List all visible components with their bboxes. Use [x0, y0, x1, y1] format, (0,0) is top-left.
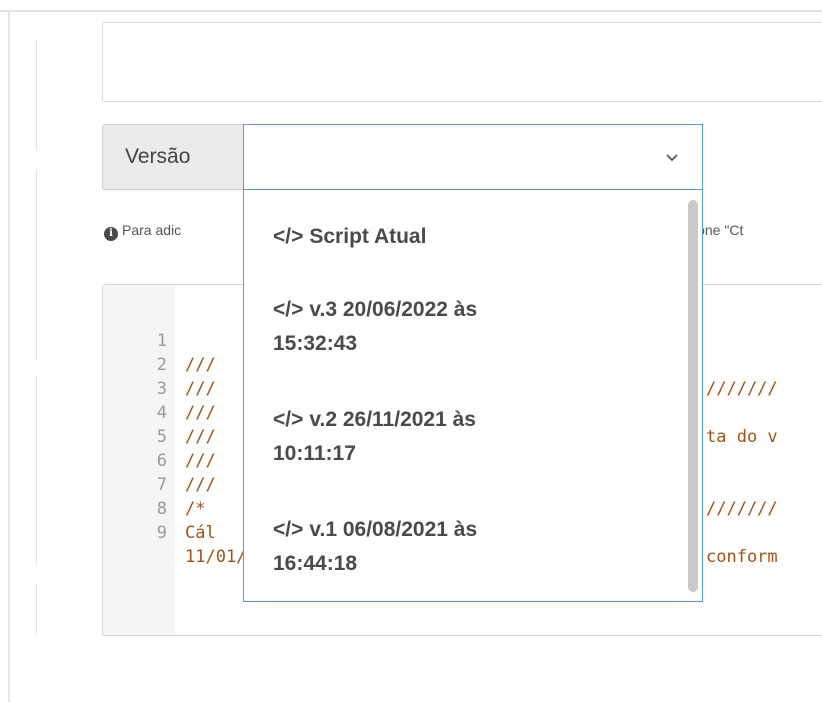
scrollbar-thumb[interactable] [688, 200, 698, 592]
code-text: /// [185, 475, 216, 495]
code-text: /// [185, 379, 216, 399]
code-icon: </> [273, 298, 304, 321]
code-text: /// [185, 355, 216, 375]
line-number: 9 [156, 523, 167, 543]
side-divider [36, 40, 37, 150]
code-text-tail: /////// [706, 499, 778, 519]
option-label: v.2 26/11/2021 às [309, 408, 476, 431]
code-text: Cál [185, 523, 216, 543]
code-text: /// [185, 403, 216, 423]
page-border-top [0, 10, 822, 12]
code-line: 7 /* [103, 449, 206, 519]
option-time: 16:44:18 [273, 552, 358, 575]
dropdown-option-v3[interactable]: </> v.3 20/06/2022 às 15:32:43 [273, 293, 673, 361]
side-divider [36, 170, 37, 360]
chevron-down-icon [666, 154, 678, 162]
code-line: 3 /// ta do v [103, 353, 778, 447]
dropdown-scrollbar[interactable] [688, 200, 698, 592]
code-icon: </> [273, 408, 304, 431]
code-line: 5 /// [103, 401, 216, 471]
help-text-prefix: Para adic [122, 222, 182, 238]
code-line: 1 /// /////// [103, 305, 778, 399]
code-text: /* [185, 499, 206, 519]
page-border-left [8, 10, 10, 702]
code-text: /// [185, 427, 216, 447]
code-icon: </> [273, 225, 304, 248]
description-field[interactable] [102, 22, 822, 102]
option-label: v.3 20/06/2022 às [309, 298, 478, 321]
code-line: 4 /// [103, 377, 216, 447]
version-dropdown-menu: </> Script Atual </> v.3 20/06/2022 às 15:… [243, 190, 703, 602]
code-text-tail: /////// [706, 379, 778, 399]
option-time: 10:11:17 [273, 442, 356, 465]
code-text: /// [185, 451, 216, 471]
version-select[interactable] [243, 124, 703, 190]
dropdown-option-script-atual[interactable]: </> Script Atual [273, 220, 673, 254]
side-divider [36, 375, 37, 565]
code-text-tail: ta do v [706, 427, 778, 447]
dropdown-option-v1[interactable]: </> v.1 06/08/2021 às 16:44:18 [273, 513, 673, 581]
help-text: i Para adic [104, 222, 181, 241]
option-time: 15:32:43 [273, 332, 358, 355]
info-circle-icon: i [104, 227, 118, 241]
version-addon: Versão [102, 124, 243, 190]
dropdown-option-v2[interactable]: </> v.2 26/11/2021 às 10:11:17 [273, 403, 673, 471]
option-label: v.1 06/08/2021 às [309, 518, 478, 541]
version-label: Versão [125, 145, 191, 168]
code-line: 8 Cál conform [103, 473, 778, 567]
side-divider [36, 585, 37, 635]
code-line: 2 /// [103, 329, 216, 399]
option-label: Script Atual [309, 225, 427, 248]
code-line: 6 /// /////// [103, 425, 778, 519]
code-icon: </> [273, 518, 304, 541]
code-line: 9 11/01/2021 [103, 497, 288, 567]
code-text-tail: conform [706, 547, 778, 567]
